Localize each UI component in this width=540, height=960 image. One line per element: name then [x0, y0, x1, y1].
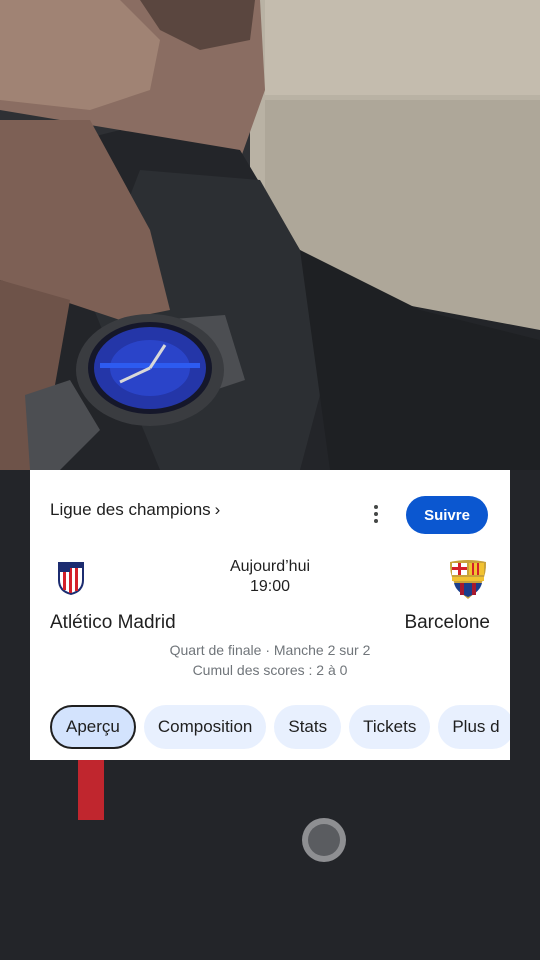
- league-label: Ligue des champions: [50, 500, 211, 519]
- tab-tickets[interactable]: Tickets: [349, 705, 431, 749]
- tab-composition[interactable]: Composition: [143, 705, 267, 749]
- league-link[interactable]: Ligue des champions ›: [50, 500, 220, 520]
- tab-stats[interactable]: Stats: [274, 705, 342, 749]
- card-header: Ligue des champions › Suivre: [50, 496, 488, 536]
- match-details: Aujourd’hui 19:00 Atlético Madrid Barcel…: [30, 554, 510, 684]
- match-card: Ligue des champions › Suivre Aujourd’hui…: [30, 470, 510, 760]
- tab-more[interactable]: Plus d: [438, 705, 510, 749]
- away-team-name[interactable]: Barcelone: [404, 612, 490, 634]
- match-date: Aujourd’hui: [229, 558, 311, 575]
- aggregate-score: Cumul des scores : 2 à 0: [192, 662, 348, 678]
- tab-apercu[interactable]: Aperçu: [50, 705, 136, 749]
- more-vert-icon[interactable]: [366, 502, 386, 526]
- fc-barcelona-crest-icon: [449, 560, 487, 599]
- match-stage: Quart de finale · Manche 2 sur 2: [169, 642, 371, 658]
- match-time: 19:00: [249, 578, 291, 595]
- follow-button[interactable]: Suivre: [406, 496, 488, 534]
- chevron-right-icon: ›: [214, 500, 221, 519]
- home-team-name[interactable]: Atlético Madrid: [50, 612, 176, 634]
- tab-bar: Aperçu Composition Stats Tickets Plus d: [50, 705, 510, 749]
